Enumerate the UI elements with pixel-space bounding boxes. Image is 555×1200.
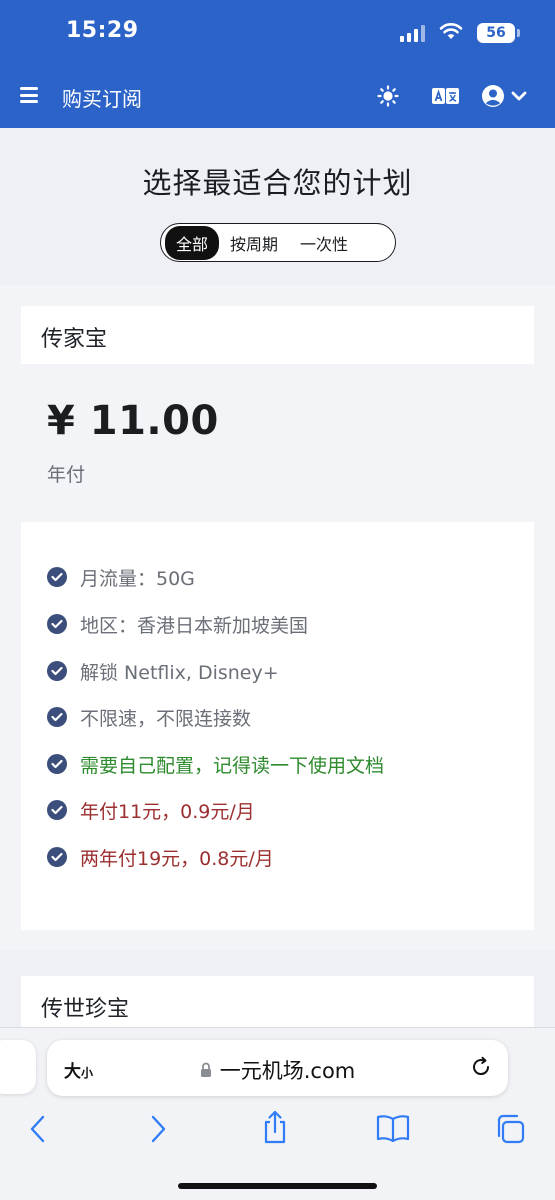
- feature-list: 月流量：50G 地区：香港日本新加坡美国 解锁 Netflix, Disney+…: [21, 522, 534, 930]
- plan-period: 年付: [47, 464, 86, 486]
- nav-actions: [359, 82, 533, 110]
- chevron-down-icon: [511, 91, 527, 101]
- feature-item: 解锁 Netflix, Disney+: [47, 656, 279, 686]
- back-button[interactable]: [27, 1114, 49, 1148]
- plan-name: 传家宝: [21, 306, 534, 364]
- check-circle-icon: [47, 754, 67, 774]
- book-icon: [376, 1115, 410, 1143]
- language-button[interactable]: [417, 82, 475, 110]
- battery-icon: 56: [477, 23, 520, 43]
- plan-filter: 全部 按周期 一次性: [160, 223, 396, 262]
- check-circle-icon: [47, 661, 67, 681]
- sun-icon: [377, 85, 399, 107]
- translate-icon: [432, 88, 459, 104]
- cellular-signal-icon: [400, 24, 425, 42]
- feature-item: 不限速，不限连接数: [47, 702, 251, 732]
- check-circle-icon: [47, 800, 67, 820]
- previous-tab-preview[interactable]: [0, 1040, 36, 1094]
- menu-icon[interactable]: [20, 87, 38, 103]
- home-indicator: [178, 1183, 377, 1189]
- app-header: 15:29 56 购买订阅: [0, 0, 555, 128]
- check-circle-icon: [47, 847, 67, 867]
- share-icon: [264, 1110, 286, 1144]
- bookmarks-button[interactable]: [376, 1114, 410, 1146]
- check-circle-icon: [47, 567, 67, 587]
- feature-item: 地区：香港日本新加坡美国: [47, 609, 308, 639]
- feature-text: 地区：香港日本新加坡美国: [80, 614, 309, 637]
- feature-item: 月流量：50G: [47, 562, 195, 592]
- plans-heading: 选择最适合您的计划: [142, 166, 413, 200]
- feature-item: 需要自己配置，记得读一下使用文档: [47, 749, 384, 779]
- status-icons: 56: [400, 20, 520, 46]
- filter-tab-periodic[interactable]: 按周期: [219, 226, 289, 260]
- feature-item: 年付11元，0.9元/月: [47, 795, 255, 825]
- feature-text: 不限速，不限连接数: [80, 707, 252, 730]
- filter-tab-all[interactable]: 全部: [165, 225, 220, 260]
- theme-toggle-button[interactable]: [359, 82, 417, 110]
- check-circle-icon: [47, 614, 67, 634]
- lock-icon: [200, 1062, 211, 1077]
- user-avatar-icon: [482, 85, 504, 107]
- forward-button[interactable]: [147, 1114, 169, 1148]
- url-text: 一元机场.com: [219, 1059, 356, 1083]
- feature-text: 月流量：50G: [80, 567, 195, 590]
- reload-icon: [473, 1056, 490, 1076]
- feature-text: 解锁 Netflix, Disney+: [80, 661, 279, 684]
- reload-button[interactable]: [470, 1056, 492, 1082]
- plan-price: ¥ 11.00: [47, 398, 219, 444]
- page-title: 购买订阅: [62, 87, 142, 111]
- feature-text: 需要自己配置，记得读一下使用文档: [80, 754, 385, 777]
- account-menu-button[interactable]: [475, 82, 533, 110]
- chevron-right-icon: [151, 1115, 166, 1143]
- chevron-left-icon: [30, 1115, 45, 1143]
- filter-tab-onetime[interactable]: 一次性: [289, 226, 359, 260]
- feature-item: 两年付19元，0.8元/月: [47, 842, 274, 872]
- browser-toolbar: 大小 一元机场.com: [0, 1027, 555, 1200]
- plan-price-block: ¥ 11.00: [47, 398, 219, 444]
- check-circle-icon: [47, 707, 67, 727]
- feature-text: 年付11元，0.9元/月: [80, 800, 255, 823]
- address-bar[interactable]: 大小 一元机场.com: [47, 1040, 508, 1096]
- feature-text: 两年付19元，0.8元/月: [80, 847, 274, 870]
- status-time: 15:29: [66, 18, 139, 43]
- tabs-icon: [497, 1114, 525, 1144]
- url-display: 一元机场.com: [47, 1055, 508, 1085]
- nav-bar: 购买订阅: [0, 74, 555, 118]
- share-button[interactable]: [261, 1110, 289, 1148]
- tabs-button[interactable]: [495, 1114, 525, 1148]
- wifi-icon: [439, 22, 463, 44]
